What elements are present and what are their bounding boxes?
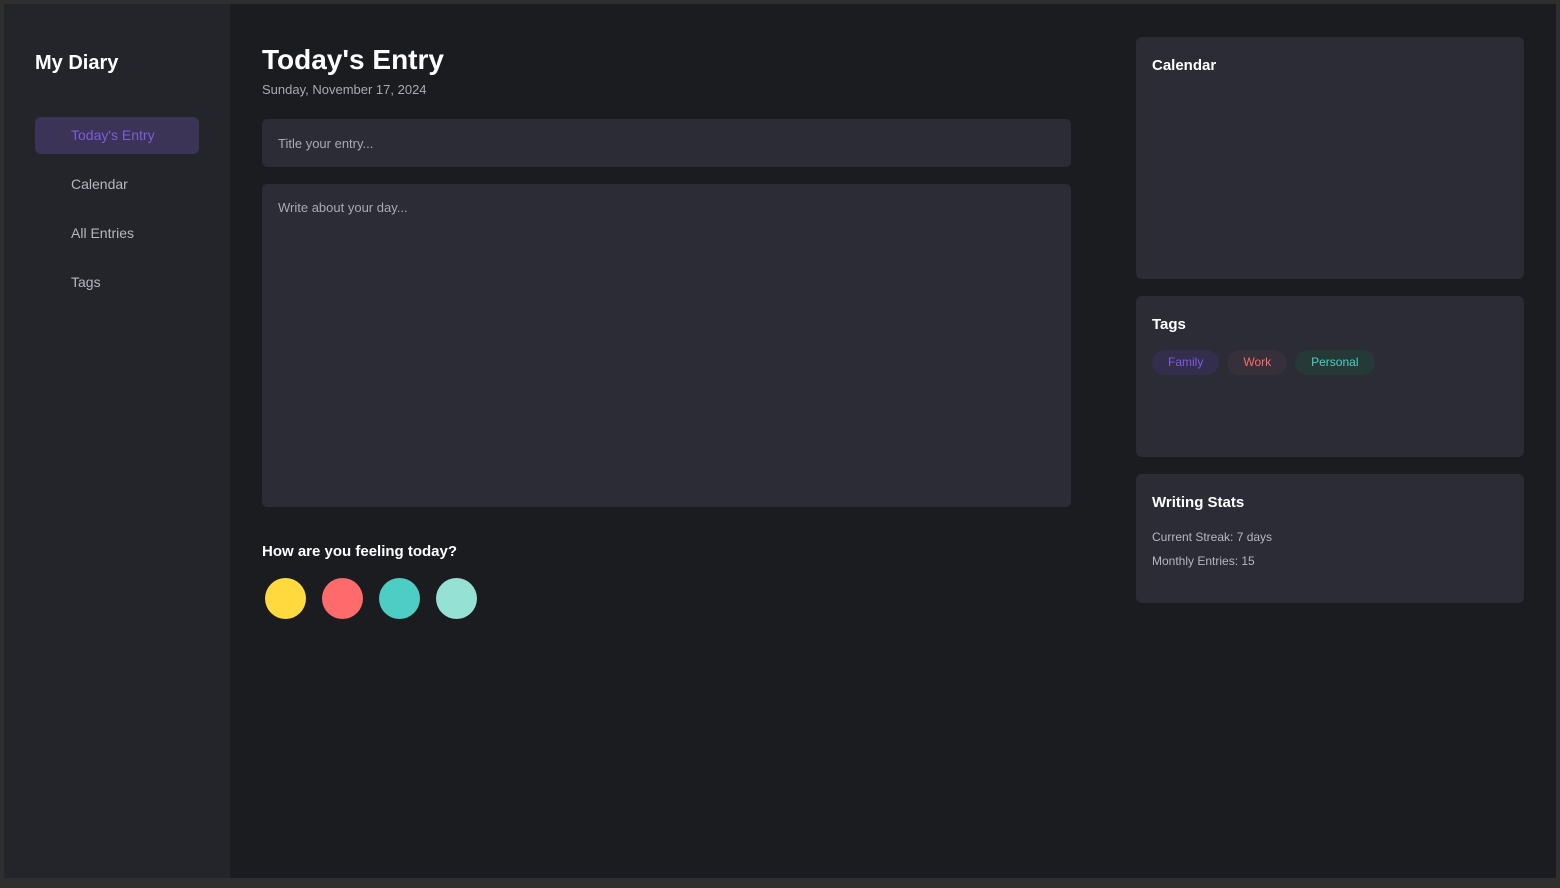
mood-option-red[interactable]: [322, 578, 363, 619]
writing-stats-card: Writing Stats Current Streak: 7 days Mon…: [1136, 474, 1524, 603]
mood-selector: [262, 578, 1072, 619]
mood-option-yellow[interactable]: [265, 578, 306, 619]
writing-stats-title: Writing Stats: [1152, 494, 1245, 511]
tags-card: Tags Family Work Personal: [1136, 296, 1524, 457]
app-title: My Diary: [35, 52, 119, 74]
page-title: Today's Entry: [262, 44, 444, 75]
calendar-card-title: Calendar: [1152, 57, 1217, 74]
tag-personal[interactable]: Personal: [1295, 350, 1375, 375]
entry-body-textarea[interactable]: [262, 184, 1071, 507]
right-panel: Calendar Tags Family Work Personal Writi…: [1072, 4, 1524, 878]
entry-title-input[interactable]: [262, 119, 1071, 167]
mood-option-teal[interactable]: [379, 578, 420, 619]
sidebar-item-tags[interactable]: Tags: [35, 264, 199, 301]
tag-list: Family Work Personal: [1152, 350, 1508, 375]
current-streak: Current Streak: 7 days: [1152, 530, 1273, 544]
tag-work[interactable]: Work: [1227, 350, 1288, 375]
monthly-entries: Monthly Entries: 15: [1152, 554, 1255, 568]
sidebar: My Diary Today's Entry Calendar All Entr…: [4, 4, 230, 878]
sidebar-item-all-entries[interactable]: All Entries: [35, 215, 199, 252]
mood-prompt: How are you feeling today?: [262, 543, 458, 560]
mood-option-mint[interactable]: [436, 578, 477, 619]
tag-family[interactable]: Family: [1152, 350, 1220, 375]
entry-date: Sunday, November 17, 2024: [262, 82, 427, 97]
calendar-card: Calendar: [1136, 37, 1524, 279]
sidebar-nav: Today's Entry Calendar All Entries Tags: [35, 117, 199, 301]
app-window: My Diary Today's Entry Calendar All Entr…: [4, 4, 1556, 878]
entry-editor: Today's Entry Sunday, November 17, 2024 …: [230, 4, 1072, 878]
sidebar-item-calendar[interactable]: Calendar: [35, 166, 199, 203]
sidebar-item-todays-entry[interactable]: Today's Entry: [35, 117, 199, 154]
tags-card-title: Tags: [1152, 316, 1186, 333]
